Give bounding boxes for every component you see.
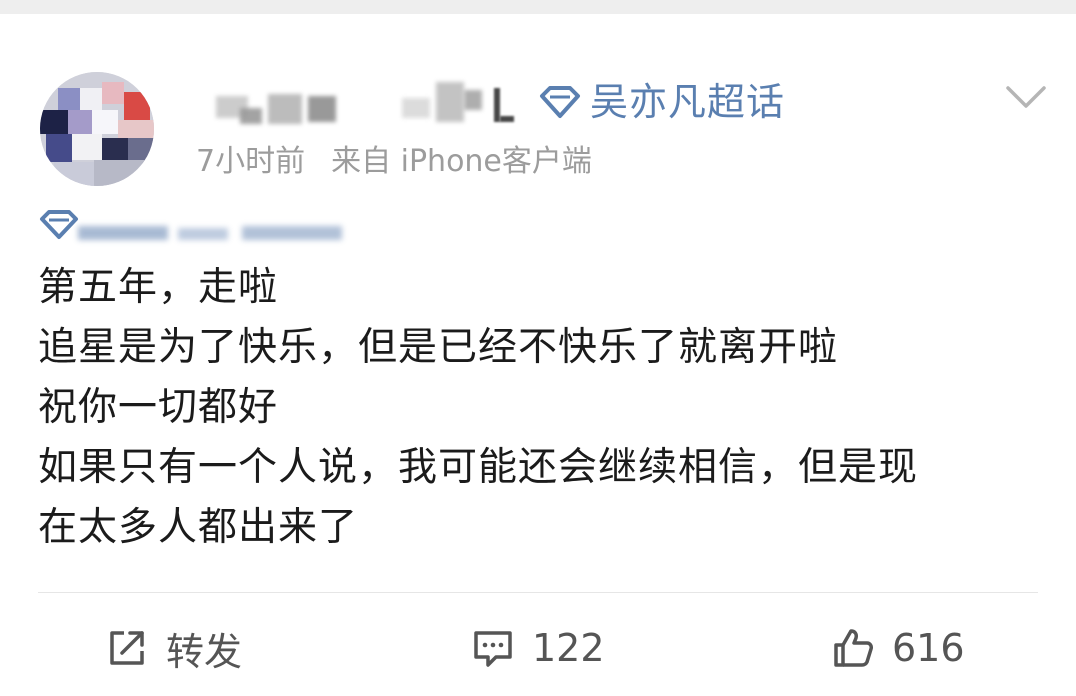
diamond-icon — [40, 210, 78, 239]
topic-tag-redacted[interactable] — [38, 208, 342, 242]
supertopic-label: 吴亦凡超话 — [590, 80, 786, 124]
avatar[interactable] — [40, 72, 154, 186]
post-line: 在太多人都出来了 — [38, 505, 359, 550]
repost-icon — [110, 631, 144, 665]
supertopic-link[interactable]: 吴亦凡超话 — [538, 76, 785, 128]
comment-button[interactable]: 122 — [470, 608, 605, 688]
like-icon — [834, 629, 873, 667]
comment-icon — [474, 631, 512, 667]
chevron-down-icon[interactable] — [1004, 82, 1048, 112]
repost-button[interactable]: 转发 — [104, 608, 242, 688]
like-count: 616 — [892, 626, 965, 670]
diamond-icon — [540, 86, 580, 118]
action-bar: 转发 122 616 — [0, 608, 1076, 688]
comment-count: 122 — [532, 626, 605, 670]
post-meta: 7小时前 来自 iPhone客户端 — [196, 142, 592, 182]
like-button[interactable]: 616 — [830, 608, 965, 688]
divider — [38, 592, 1038, 593]
post-source: 来自 iPhone客户端 — [331, 144, 592, 179]
post-line: 如果只有一个人说，我可能还会继续相信，但是现 — [38, 445, 919, 490]
username-redacted[interactable] — [196, 76, 526, 126]
post-line: 追星是为了快乐，但是已经不快乐了就离开啦 — [38, 325, 839, 370]
post-time: 7小时前 — [196, 144, 306, 179]
repost-label: 转发 — [166, 629, 243, 674]
status-bar — [0, 0, 1076, 14]
post-body: 第五年，走啦 追星是为了快乐，但是已经不快乐了就离开啦 祝你一切都好 如果只有一… — [38, 258, 1038, 558]
post-header: 吴亦凡超话 7小时前 来自 iPhone客户端 — [0, 14, 1076, 214]
post-line: 祝你一切都好 — [38, 385, 279, 430]
post-line: 第五年，走啦 — [38, 265, 279, 310]
